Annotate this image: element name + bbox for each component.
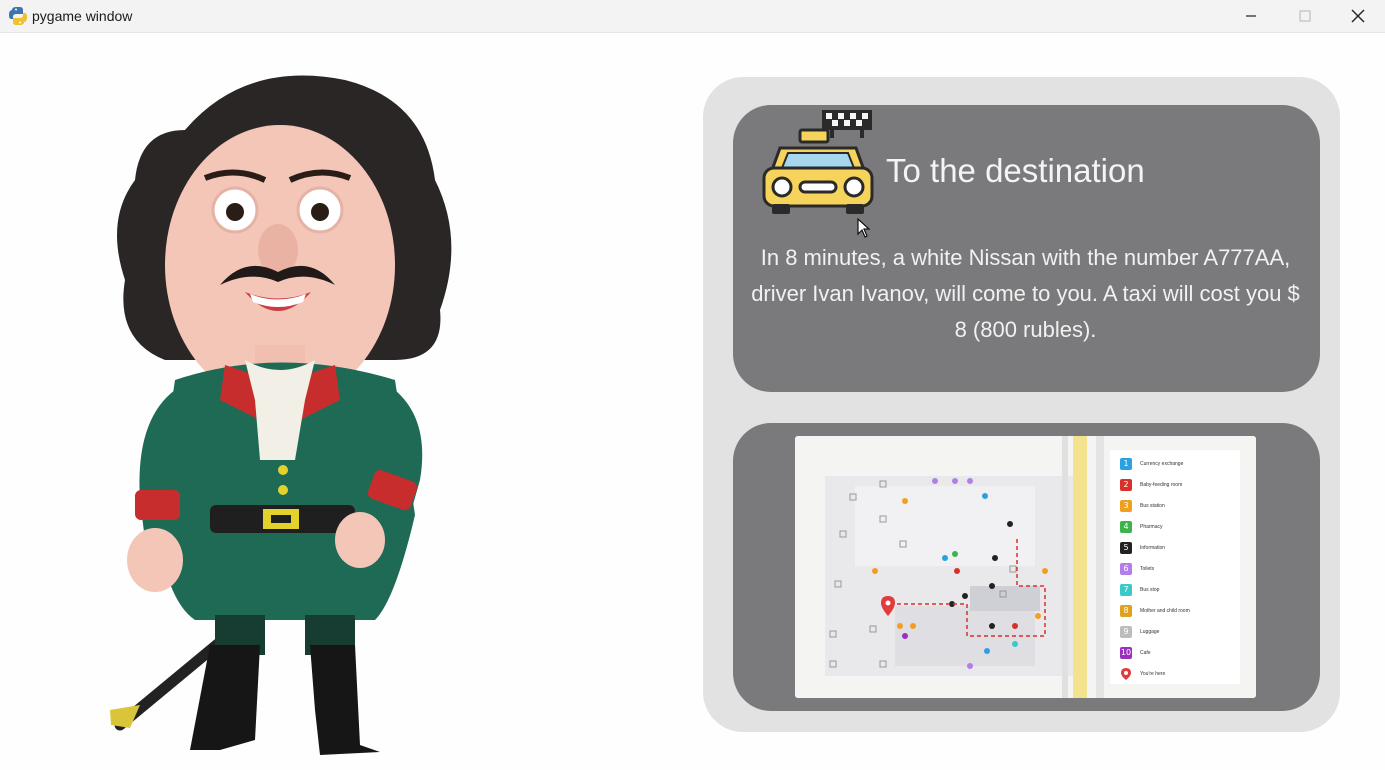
mouse-cursor-icon <box>857 218 871 238</box>
legend-chip: 1 <box>1120 458 1132 470</box>
window-titlebar[interactable]: pygame window <box>0 0 1385 33</box>
legend-label: Pharmacy <box>1140 524 1163 530</box>
legend-pin-chip <box>1120 668 1132 680</box>
legend-item: 2 Baby-feeding room <box>1120 479 1182 491</box>
legend-item: You're here <box>1120 668 1165 680</box>
python-icon <box>9 7 27 25</box>
legend-chip: 9 <box>1120 626 1132 638</box>
legend-item: 7 Bus stop <box>1120 584 1159 596</box>
route-map[interactable]: 1 Currency exchange 2 Baby-feeding room … <box>795 436 1256 698</box>
legend-label: Bus stop <box>1140 587 1160 593</box>
legend-chip: 7 <box>1120 584 1132 596</box>
legend-item: 10 Cafe <box>1120 647 1151 659</box>
character-illustration <box>110 75 452 755</box>
legend-label: Cafe <box>1140 650 1151 656</box>
legend-chip: 6 <box>1120 563 1132 575</box>
legend-item: 6 Toilets <box>1120 563 1154 575</box>
legend-label: Toilets <box>1140 566 1155 572</box>
legend-chip: 4 <box>1120 521 1132 533</box>
close-icon <box>1351 9 1365 23</box>
map-legend: 1 Currency exchange 2 Baby-feeding room … <box>1110 450 1240 684</box>
legend-label: Currency exchange <box>1140 461 1184 467</box>
legend-chip: 2 <box>1120 479 1132 491</box>
maximize-button[interactable] <box>1278 0 1332 32</box>
legend-item: 5 Information <box>1120 542 1165 554</box>
legend-item: 9 Luggage <box>1120 626 1159 638</box>
legend-item: 1 Currency exchange <box>1120 458 1183 470</box>
legend-label: Luggage <box>1140 629 1160 635</box>
legend-label: Information <box>1140 545 1166 551</box>
window-title: pygame window <box>32 8 133 24</box>
legend-chip: 8 <box>1120 605 1132 617</box>
taxi-icon <box>762 110 874 214</box>
legend-label: You're here <box>1140 671 1166 677</box>
legend-label: Baby-feeding room <box>1140 482 1183 488</box>
minimize-button[interactable] <box>1224 0 1278 32</box>
legend-item: 8 Mother and child room <box>1120 605 1190 617</box>
legend-item: 3 Bus station <box>1120 500 1165 512</box>
legend-item: 4 Pharmacy <box>1120 521 1163 533</box>
legend-label: Mother and child room <box>1140 608 1190 614</box>
close-button[interactable] <box>1331 0 1385 32</box>
maximize-icon <box>1299 10 1311 22</box>
minimize-icon <box>1246 15 1256 17</box>
legend-chip: 3 <box>1120 500 1132 512</box>
trip-message: In 8 minutes, a white Nissan with the nu… <box>751 245 1300 342</box>
legend-chip: 10 <box>1120 647 1132 659</box>
legend-label: Bus station <box>1140 503 1165 509</box>
location-pin-icon <box>1121 668 1131 680</box>
legend-chip: 5 <box>1120 542 1132 554</box>
card-heading: To the destination <box>886 152 1145 189</box>
